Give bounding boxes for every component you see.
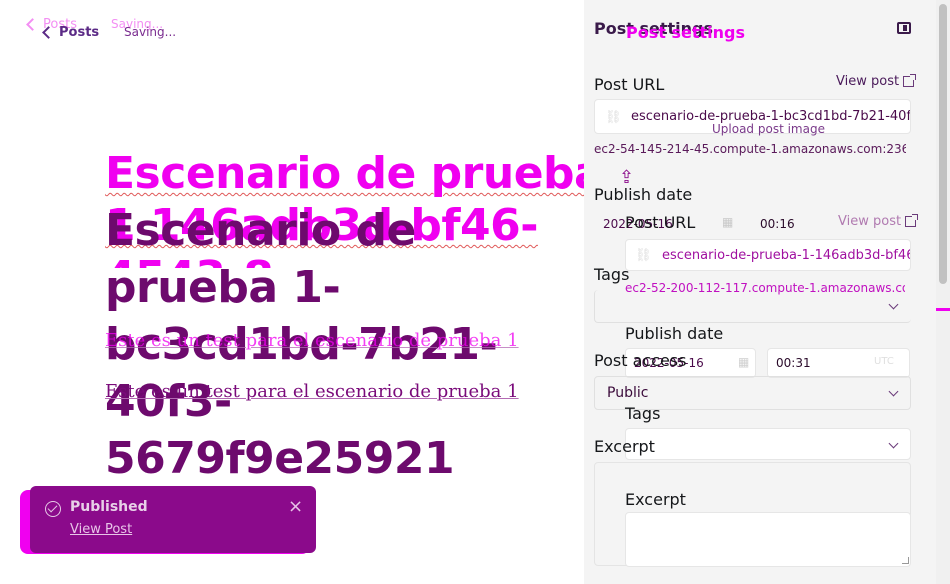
post-url-value-ghost: escenario-de-prueba-1-146adb3d-bf46-4543… [662,247,911,263]
tags-input[interactable] [594,290,911,323]
view-post-label: View post [836,74,900,89]
calendar-icon-ghost[interactable]: ▦ [738,355,749,369]
publish-time-value[interactable]: 00:16 [760,217,795,231]
check-circle-icon [45,501,61,517]
view-post-link-ghost[interactable]: View post [838,214,919,229]
post-access-value: Public [607,385,649,401]
textarea-resize-handle-icon[interactable] [902,557,909,564]
view-post-label-ghost: View post [838,214,902,229]
post-url-input-ghost[interactable]: escenario-de-prueba-1-146adb3d-bf46-4543… [625,239,911,271]
post-url-label: Post URL [594,75,665,94]
scrollbar-accent-mark [936,308,950,311]
tags-label-ghost: Tags [625,404,661,423]
publish-date-label: Publish date [594,185,693,204]
post-body[interactable]: Este es un test para el escenario de pru… [105,381,519,402]
excerpt-label: Excerpt [594,437,655,456]
excerpt-label-ghost: Excerpt [625,490,686,509]
posts-back-link[interactable]: Posts [42,25,100,40]
excerpt-textarea[interactable] [625,512,911,567]
chevron-left-icon [26,18,39,31]
sidebar-title-ghost: Post settings [626,23,745,42]
external-link-icon [905,214,919,227]
publish-date-label-ghost: Publish date [625,324,724,343]
upload-post-image-label[interactable]: Upload post image [712,122,825,136]
external-link-icon [903,74,917,87]
post-body-overlay[interactable]: Este es un test para el escenario de pru… [105,330,519,351]
scrollbar-thumb[interactable] [939,4,947,284]
link-icon: ⛓ [605,110,622,125]
post-title-line: Escenario de prueba 1- [105,205,416,313]
link-icon-ghost: ⛓ [635,248,652,263]
close-icon[interactable]: × [288,496,303,517]
chevron-left-icon [42,26,55,39]
published-toast: Published View Post × [30,486,316,553]
back-label: Posts [59,25,100,40]
post-url-hint: ec2-54-145-214-45.compute-1.amazonaws.co… [594,142,906,156]
toast-view-post-link[interactable]: View Post [70,522,132,537]
post-access-label: Post access [594,351,687,370]
view-post-link[interactable]: View post [836,74,917,89]
publish-time-value-ghost: 00:31 [776,356,811,370]
close-panel-icon[interactable] [897,22,911,34]
post-url-label-ghost: Post URL [625,213,696,232]
toast-title: Published [70,499,148,515]
calendar-icon[interactable]: ▦ [722,215,733,229]
tags-input-ghost[interactable] [625,428,911,460]
save-status: Saving... [124,25,177,39]
time-zone-ghost: UTC [874,356,894,367]
post-title-line: 5679f9e25921 [105,433,455,484]
